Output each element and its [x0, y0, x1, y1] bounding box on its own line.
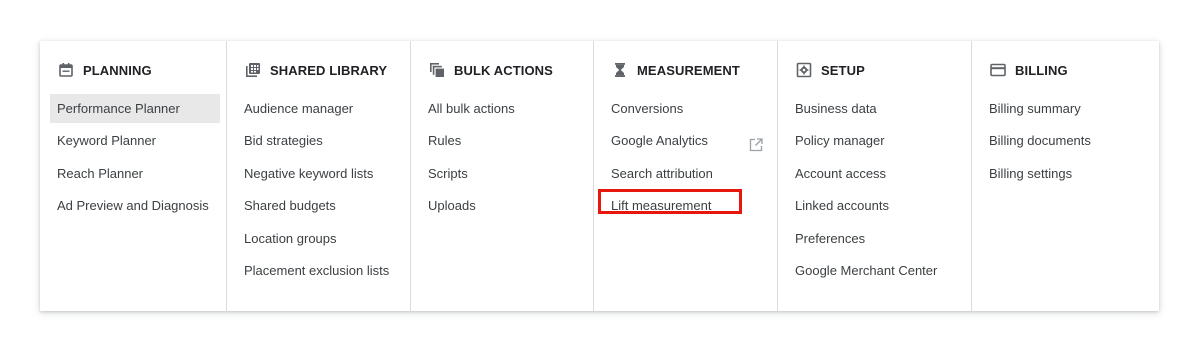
- column-title: BILLING: [1015, 62, 1068, 78]
- column-header-setup: SETUP: [778, 60, 971, 80]
- menu-item-business-data[interactable]: Business data: [778, 94, 971, 123]
- highlight-box: [598, 189, 742, 215]
- column-title: PLANNING: [83, 62, 152, 78]
- menu-item-rules[interactable]: Rules: [411, 126, 593, 155]
- planning-items: Performance Planner Keyword Planner Reac…: [40, 94, 226, 220]
- credit-card-icon: [989, 61, 1007, 79]
- column-header-bulk-actions: BULK ACTIONS: [411, 60, 593, 80]
- column-bulk-actions: BULK ACTIONS All bulk actions Rules Scri…: [411, 41, 594, 311]
- measurement-items: Conversions Google Analytics Search attr…: [594, 94, 777, 220]
- menu-item-scripts[interactable]: Scripts: [411, 159, 593, 188]
- column-measurement: MEASUREMENT Conversions Google Analytics…: [594, 41, 778, 311]
- menu-item-audience-manager[interactable]: Audience manager: [227, 94, 410, 123]
- column-title: SETUP: [821, 62, 865, 78]
- menu-item-all-bulk-actions[interactable]: All bulk actions: [411, 94, 593, 123]
- menu-item-location-groups[interactable]: Location groups: [227, 224, 410, 253]
- column-header-planning: PLANNING: [40, 60, 226, 80]
- menu-item-uploads[interactable]: Uploads: [411, 191, 593, 220]
- menu-item-shared-budgets[interactable]: Shared budgets: [227, 191, 410, 220]
- open-in-new-icon: [749, 133, 763, 152]
- menu-item-reach-planner[interactable]: Reach Planner: [40, 159, 226, 188]
- library-grid-icon: [244, 61, 262, 79]
- bulk-copy-icon: [428, 61, 446, 79]
- column-header-billing: BILLING: [972, 60, 1159, 80]
- menu-item-billing-settings[interactable]: Billing settings: [972, 159, 1159, 188]
- menu-item-keyword-planner[interactable]: Keyword Planner: [40, 126, 226, 155]
- column-title: MEASUREMENT: [637, 62, 740, 78]
- column-billing: BILLING Billing summary Billing document…: [972, 41, 1159, 311]
- menu-item-ad-preview-and-diagnosis[interactable]: Ad Preview and Diagnosis: [40, 191, 226, 220]
- menu-item-preferences[interactable]: Preferences: [778, 224, 971, 253]
- column-planning: PLANNING Performance Planner Keyword Pla…: [40, 41, 227, 311]
- column-header-shared-library: SHARED LIBRARY: [227, 60, 410, 80]
- settings-box-icon: [795, 61, 813, 79]
- tools-menu-panel: PLANNING Performance Planner Keyword Pla…: [40, 41, 1159, 311]
- column-title: SHARED LIBRARY: [270, 62, 388, 78]
- menu-item-policy-manager[interactable]: Policy manager: [778, 126, 971, 155]
- menu-item-bid-strategies[interactable]: Bid strategies: [227, 126, 410, 155]
- menu-item-negative-keyword-lists[interactable]: Negative keyword lists: [227, 159, 410, 188]
- menu-item-conversions[interactable]: Conversions: [594, 94, 777, 123]
- menu-item-billing-summary[interactable]: Billing summary: [972, 94, 1159, 123]
- calendar-icon: [57, 61, 75, 79]
- setup-items: Business data Policy manager Account acc…: [778, 94, 971, 285]
- column-title: BULK ACTIONS: [454, 62, 553, 78]
- menu-item-google-merchant-center[interactable]: Google Merchant Center: [778, 256, 971, 285]
- column-setup: SETUP Business data Policy manager Accou…: [778, 41, 972, 311]
- bulk-actions-items: All bulk actions Rules Scripts Uploads: [411, 94, 593, 220]
- column-header-measurement: MEASUREMENT: [594, 60, 777, 80]
- menu-item-search-attribution[interactable]: Search attribution: [594, 159, 777, 188]
- menu-item-account-access[interactable]: Account access: [778, 159, 971, 188]
- hourglass-icon: [611, 61, 629, 79]
- menu-item-label: Google Analytics: [611, 133, 708, 149]
- shared-library-items: Audience manager Bid strategies Negative…: [227, 94, 410, 285]
- menu-item-placement-exclusion-lists[interactable]: Placement exclusion lists: [227, 256, 410, 285]
- menu-item-lift-measurement[interactable]: Lift measurement: [594, 189, 777, 220]
- menu-item-performance-planner[interactable]: Performance Planner: [50, 94, 220, 123]
- menu-item-google-analytics[interactable]: Google Analytics: [594, 126, 777, 155]
- billing-items: Billing summary Billing documents Billin…: [972, 94, 1159, 188]
- menu-item-linked-accounts[interactable]: Linked accounts: [778, 191, 971, 220]
- menu-item-billing-documents[interactable]: Billing documents: [972, 126, 1159, 155]
- column-shared-library: SHARED LIBRARY Audience manager Bid stra…: [227, 41, 411, 311]
